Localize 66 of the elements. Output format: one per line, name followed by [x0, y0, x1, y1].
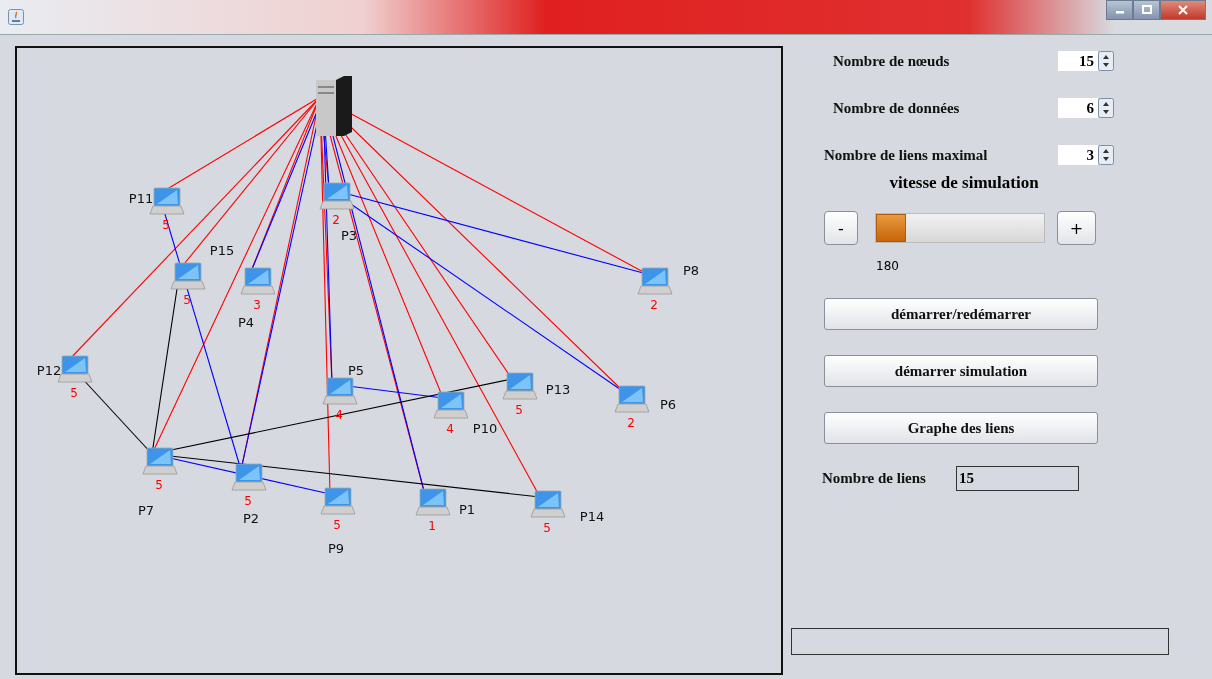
node-count: 1 — [428, 519, 436, 533]
laptop-icon — [502, 372, 538, 400]
setting-label: Nombre de liens maximal — [824, 146, 988, 164]
laptop-icon — [320, 487, 356, 515]
node-count: 5 — [162, 218, 170, 232]
node-label: P6 — [659, 397, 677, 412]
node-label: P8 — [682, 263, 700, 278]
laptop-icon — [637, 267, 673, 295]
node-label: P9 — [327, 541, 345, 556]
node-label: P14 — [579, 509, 605, 524]
node-label: P5 — [347, 363, 365, 378]
node-label: P3 — [340, 228, 358, 243]
decrease-button[interactable]: - — [824, 211, 858, 245]
node-count: 2 — [627, 416, 635, 430]
slider-thumb[interactable] — [876, 214, 906, 242]
laptop-icon — [142, 447, 178, 475]
node-label: P7 — [137, 503, 155, 518]
node-count: 3 — [253, 298, 261, 312]
close-button[interactable] — [1160, 0, 1206, 20]
increase-button[interactable]: + — [1057, 211, 1096, 245]
node-count: 5 — [244, 494, 252, 508]
node-count: 2 — [332, 213, 340, 227]
laptop-icon — [240, 267, 276, 295]
action-button[interactable]: Graphe des liens — [824, 412, 1098, 444]
maximize-icon — [1141, 5, 1152, 15]
node-label: P4 — [237, 315, 255, 330]
node-count: 2 — [650, 298, 658, 312]
node-count: 4 — [446, 422, 454, 436]
laptop-icon — [415, 488, 451, 516]
maximize-button[interactable] — [1133, 0, 1160, 20]
app-icon — [8, 9, 24, 25]
node-label: P15 — [209, 243, 235, 258]
links-label: Nombre de liens — [822, 470, 926, 487]
speed-slider[interactable] — [875, 213, 1045, 243]
laptop-icon — [322, 377, 358, 405]
setting-label: Nombre de données — [833, 99, 960, 117]
speed-title: vitesse de simulation — [888, 173, 1040, 193]
links-field: 15 — [955, 466, 1079, 491]
node-label: P2 — [242, 511, 260, 526]
server-icon — [316, 76, 352, 136]
laptop-icon — [170, 262, 206, 290]
laptop-icon — [231, 463, 267, 491]
node-count: 5 — [543, 521, 551, 535]
spinner-arrows-icon[interactable] — [1098, 51, 1114, 71]
action-button[interactable]: démarrer/redémarrer — [824, 298, 1098, 330]
node-label: P12 — [36, 363, 62, 378]
spinner-arrows-icon[interactable] — [1098, 98, 1114, 118]
node-count: 5 — [70, 386, 78, 400]
setting-label: Nombre de nœuds — [833, 52, 950, 70]
spinner-arrows-icon[interactable] — [1098, 145, 1114, 165]
laptop-icon — [433, 391, 469, 419]
node-label: P1 — [458, 502, 476, 517]
node-count: 5 — [155, 478, 163, 492]
speed-value: 180 — [876, 259, 900, 273]
close-icon — [1178, 5, 1188, 15]
node-count: 5 — [183, 293, 191, 307]
node-count: 5 — [333, 518, 341, 532]
node-label: P11 — [128, 191, 154, 206]
laptop-icon — [319, 182, 355, 210]
node-label: P10 — [472, 421, 498, 436]
laptop-icon — [530, 490, 566, 518]
laptop-icon — [614, 385, 650, 413]
action-button[interactable]: démarrer simulation — [824, 355, 1098, 387]
node-count: 5 — [515, 403, 523, 417]
minimize-button[interactable] — [1106, 0, 1133, 20]
node-label: P13 — [545, 382, 571, 397]
